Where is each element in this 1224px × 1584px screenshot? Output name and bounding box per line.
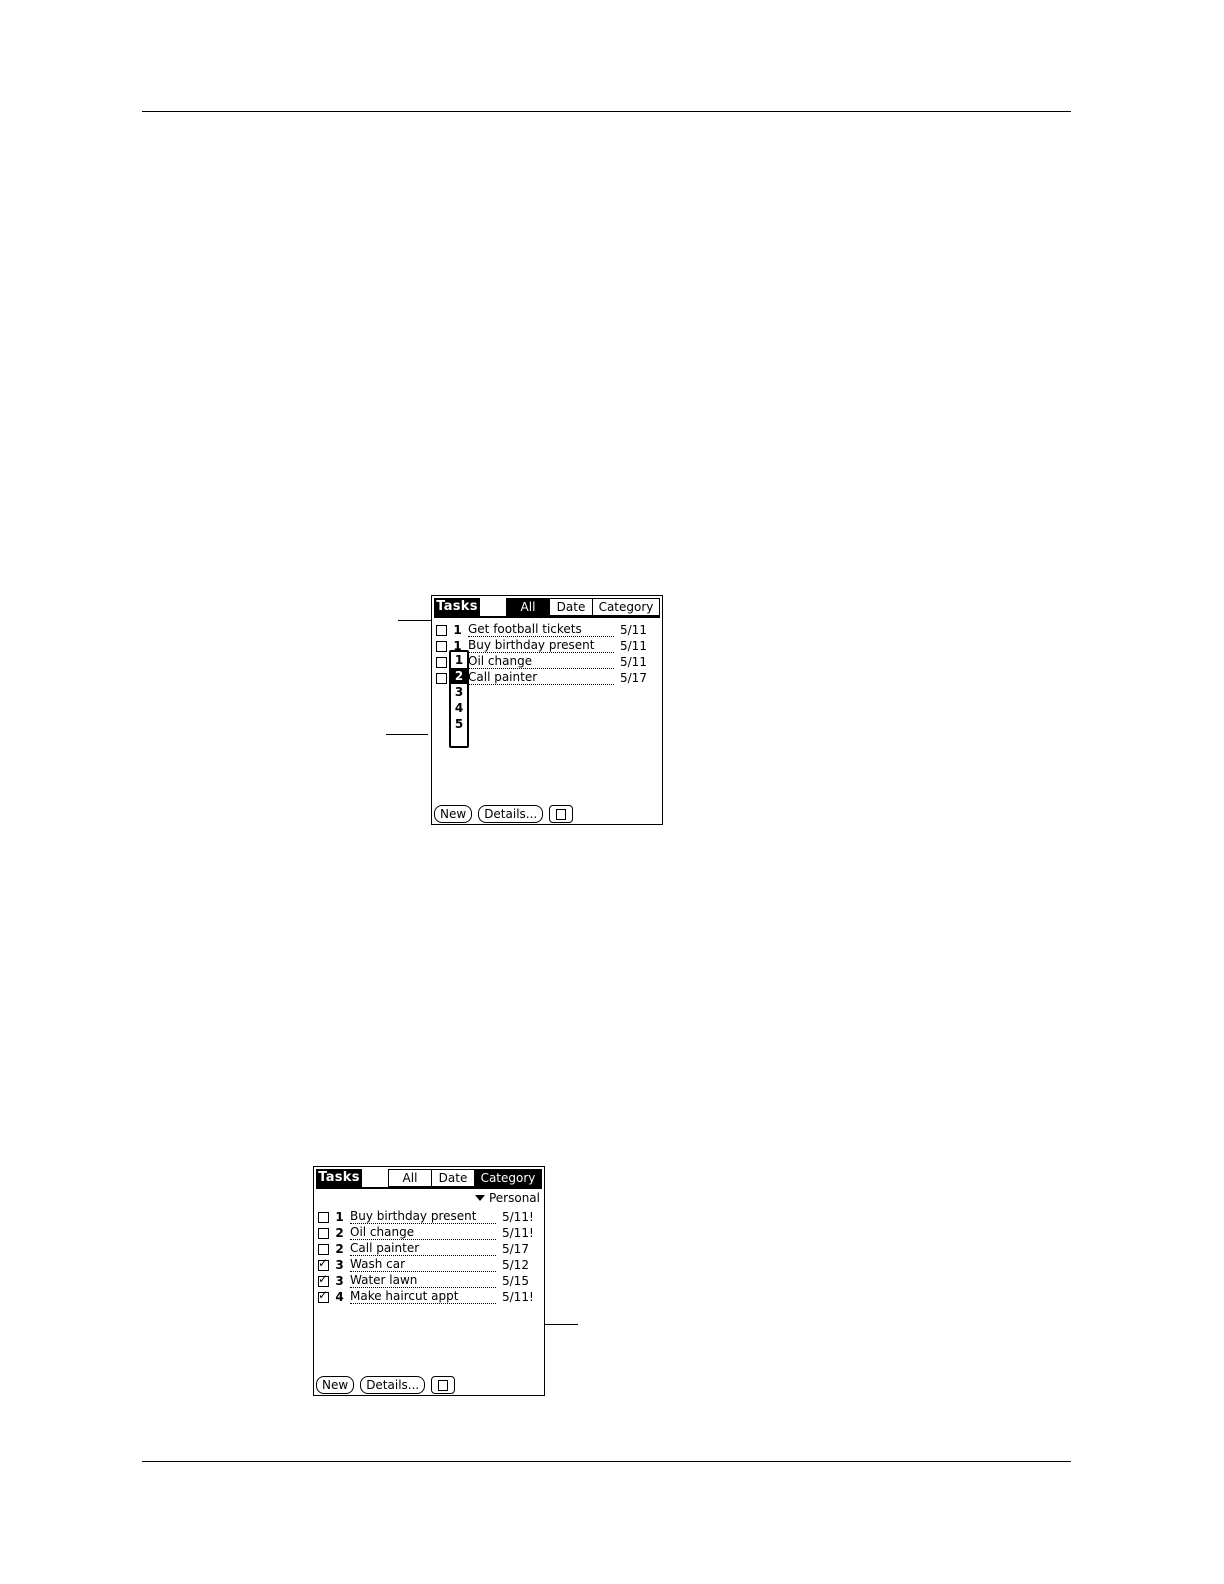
task-list: 1 Get football tickets 5/11 1 Buy birthd… (436, 622, 656, 686)
details-button[interactable]: Details... (478, 805, 544, 823)
priority-option-3[interactable]: 3 (451, 684, 467, 700)
task-checkbox-checked[interactable] (318, 1256, 329, 1271)
title-bar: Tasks All Date Category (316, 1169, 542, 1189)
task-checkbox[interactable] (318, 1211, 329, 1223)
task-list: 1 Buy birthday present 5/11! 2 Oil chang… (318, 1209, 538, 1305)
task-row[interactable]: 2 Oil change 5/11 (436, 654, 656, 670)
task-checkbox-checked[interactable] (318, 1288, 329, 1303)
task-due-date[interactable]: 5/11 (620, 623, 656, 637)
tab-category[interactable]: Category (592, 599, 659, 615)
task-description[interactable]: Oil change (350, 1226, 496, 1240)
task-priority[interactable]: 1 (335, 1210, 344, 1224)
task-description[interactable]: Buy birthday present (350, 1210, 496, 1224)
task-due-date[interactable]: 5/17 (502, 1242, 538, 1256)
priority-option-2[interactable]: 2 (451, 668, 467, 684)
task-due-date[interactable]: 5/11! (502, 1226, 538, 1240)
task-priority[interactable]: 3 (335, 1258, 344, 1272)
task-row[interactable]: Call painter 5/17 (436, 670, 656, 686)
task-row[interactable]: 1 Buy birthday present 5/11 (436, 638, 656, 654)
view-tabs: All Date Category (506, 598, 660, 616)
task-due-date[interactable]: 5/15 (502, 1274, 538, 1288)
task-description[interactable]: Oil change (468, 655, 614, 669)
category-picker[interactable]: Personal (474, 1191, 540, 1205)
details-button[interactable]: Details... (360, 1376, 426, 1394)
title-bar: Tasks All Date Category (434, 598, 660, 618)
task-description[interactable]: Get football tickets (468, 623, 614, 637)
note-button[interactable] (549, 805, 574, 823)
task-description[interactable]: Buy birthday present (468, 639, 614, 653)
footer-rule (142, 1461, 1071, 1462)
task-checkbox[interactable] (436, 640, 447, 652)
task-description[interactable]: Make haircut appt (350, 1290, 496, 1304)
tab-date[interactable]: Date (549, 599, 592, 615)
priority-option-4[interactable]: 4 (451, 700, 467, 716)
tab-all[interactable]: All (507, 599, 549, 615)
task-checkbox[interactable] (436, 624, 447, 636)
priority-popup-list: 1 2 3 4 5 (449, 650, 469, 748)
task-row[interactable]: 1 Buy birthday present 5/11! (318, 1209, 538, 1225)
category-picker-label: Personal (488, 1191, 540, 1205)
task-checkbox-checked[interactable] (318, 1272, 329, 1287)
task-description[interactable]: Call painter (468, 671, 614, 685)
header-rule (142, 111, 1071, 112)
button-bar: New Details... (434, 805, 574, 823)
task-due-date[interactable]: 5/11! (502, 1290, 538, 1304)
task-priority[interactable]: 4 (335, 1290, 344, 1304)
task-row[interactable]: 1 Get football tickets 5/11 (436, 622, 656, 638)
new-button[interactable]: New (434, 805, 473, 823)
note-icon (438, 1380, 449, 1391)
task-description[interactable]: Wash car (350, 1258, 496, 1272)
callout-line-popup (386, 734, 428, 735)
new-button[interactable]: New (316, 1376, 355, 1394)
task-row[interactable]: 2 Call painter 5/17 (318, 1241, 538, 1257)
task-checkbox[interactable] (436, 656, 447, 668)
tab-all[interactable]: All (389, 1170, 431, 1186)
tab-category[interactable]: Category (474, 1170, 541, 1186)
task-priority[interactable]: 1 (453, 623, 462, 637)
note-button[interactable] (431, 1376, 456, 1394)
app-title[interactable]: Tasks (434, 598, 480, 616)
button-bar: New Details... (316, 1376, 456, 1394)
task-description[interactable]: Water lawn (350, 1274, 496, 1288)
task-row[interactable]: 3 Wash car 5/12 (318, 1256, 538, 1273)
tab-date[interactable]: Date (431, 1170, 474, 1186)
priority-option-5[interactable]: 5 (451, 716, 467, 732)
palm-screen-all-view: Tasks All Date Category 1 Get football t… (431, 595, 663, 825)
task-priority[interactable]: 3 (335, 1274, 344, 1288)
task-due-date[interactable]: 5/12 (502, 1258, 538, 1272)
task-checkbox[interactable] (318, 1227, 329, 1239)
task-due-date[interactable]: 5/11! (502, 1210, 538, 1224)
view-tabs: All Date Category (388, 1169, 542, 1187)
palm-screen-category-view: Tasks All Date Category Personal 1 Buy b… (313, 1166, 545, 1396)
task-checkbox[interactable] (318, 1243, 329, 1255)
priority-option-1[interactable]: 1 (451, 652, 467, 668)
task-due-date[interactable]: 5/17 (620, 671, 656, 685)
note-icon (556, 809, 567, 820)
task-row[interactable]: 4 Make haircut appt 5/11! (318, 1288, 538, 1305)
app-title[interactable]: Tasks (316, 1169, 362, 1187)
task-due-date[interactable]: 5/11 (620, 655, 656, 669)
task-checkbox[interactable] (436, 672, 447, 684)
task-priority[interactable]: 2 (335, 1242, 344, 1256)
task-due-date[interactable]: 5/11 (620, 639, 656, 653)
task-description[interactable]: Call painter (350, 1242, 496, 1256)
task-priority[interactable]: 2 (335, 1226, 344, 1240)
triangle-down-icon (474, 1195, 485, 1201)
task-row[interactable]: 2 Oil change 5/11! (318, 1225, 538, 1241)
task-row[interactable]: 3 Water lawn 5/15 (318, 1272, 538, 1289)
